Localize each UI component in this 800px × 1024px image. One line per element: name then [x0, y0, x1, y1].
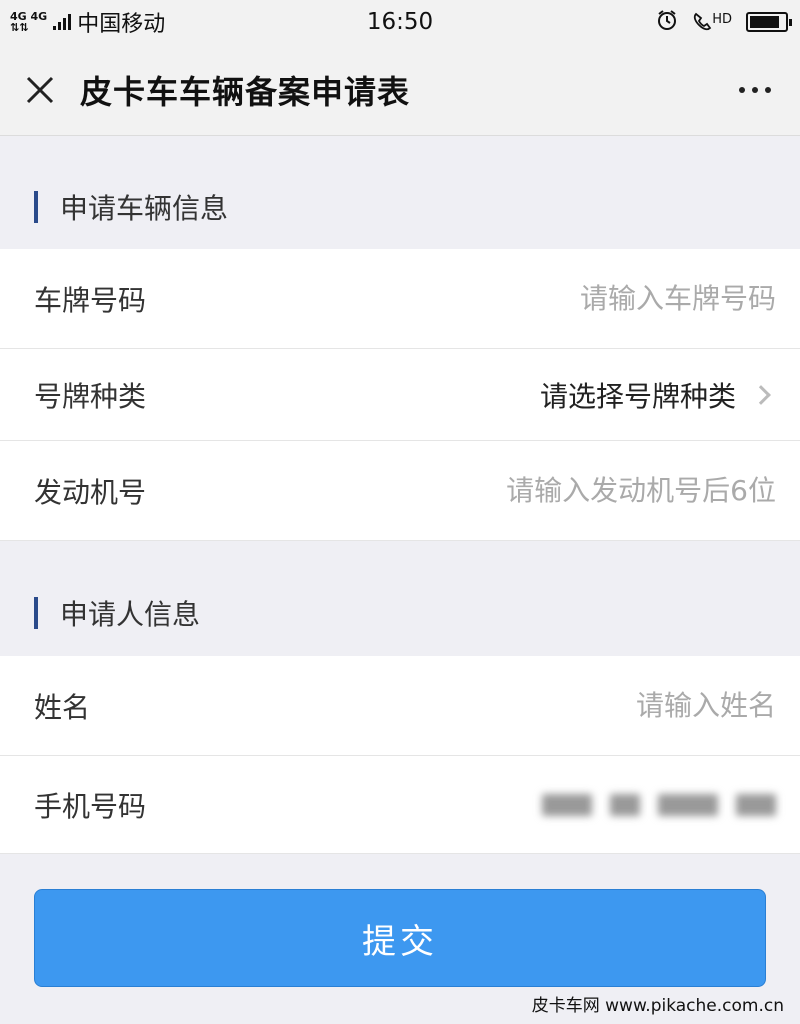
close-button[interactable] [0, 44, 80, 136]
battery-fill [750, 16, 779, 28]
field-row-plate-number: 车牌号码 [0, 249, 800, 349]
plate-number-input[interactable] [396, 282, 776, 315]
hd-label: HD [712, 12, 732, 27]
status-left: 4G 4G ⇅⇅ 中国移动 [10, 6, 165, 38]
status-right: HD [656, 9, 792, 36]
section-header-vehicle: 申请车辆信息 [0, 177, 800, 237]
status-bar: 4G 4G ⇅⇅ 中国移动 16:50 HD [0, 0, 800, 44]
alarm-icon [656, 9, 678, 36]
section-header-applicant: 申请人信息 [0, 583, 800, 643]
nav-bar: 皮卡车车辆备案申请表 [0, 44, 800, 136]
page-title: 皮卡车车辆备案申请表 [80, 72, 411, 111]
field-row-name: 姓名 [0, 656, 800, 756]
section-accent-bar [34, 597, 38, 629]
section-accent-bar [34, 191, 38, 223]
more-menu-button[interactable] [710, 44, 800, 136]
field-row-plate-type[interactable]: 号牌种类 请选择号牌种类 [0, 349, 800, 441]
clock: 16:50 [366, 9, 434, 35]
data-arrows-icon: ⇅⇅ [10, 21, 29, 34]
close-icon [26, 76, 54, 103]
chevron-right-icon [751, 384, 771, 405]
engine-number-input[interactable] [396, 474, 776, 507]
watermark: 皮卡车网 www.pikache.com.cn [531, 996, 784, 1016]
more-dots-icon [739, 86, 745, 93]
field-label: 姓名 [34, 690, 91, 724]
plate-type-select[interactable]: 请选择号牌种类 [540, 375, 776, 415]
name-input[interactable] [396, 689, 776, 722]
field-label: 手机号码 [34, 789, 147, 823]
field-label: 车牌号码 [34, 283, 147, 317]
section-title: 申请车辆信息 [60, 192, 229, 225]
field-row-engine-number: 发动机号 [0, 441, 800, 541]
field-label: 号牌种类 [34, 379, 147, 413]
submit-button[interactable]: 提交 [34, 889, 766, 987]
section-title: 申请人信息 [60, 598, 201, 631]
carrier-name: 中国移动 [77, 12, 166, 37]
hd-call-icon: HD [692, 12, 732, 32]
phone-input-blurred-value[interactable] [542, 793, 776, 816]
field-row-phone: 手机号码 [0, 756, 800, 854]
network-type-indicator: 4G 4G ⇅⇅ [10, 11, 47, 33]
field-label: 发动机号 [34, 475, 147, 509]
battery-icon [746, 12, 792, 32]
signal-strength-icon [53, 14, 72, 30]
select-value-text: 请选择号牌种类 [539, 379, 736, 413]
